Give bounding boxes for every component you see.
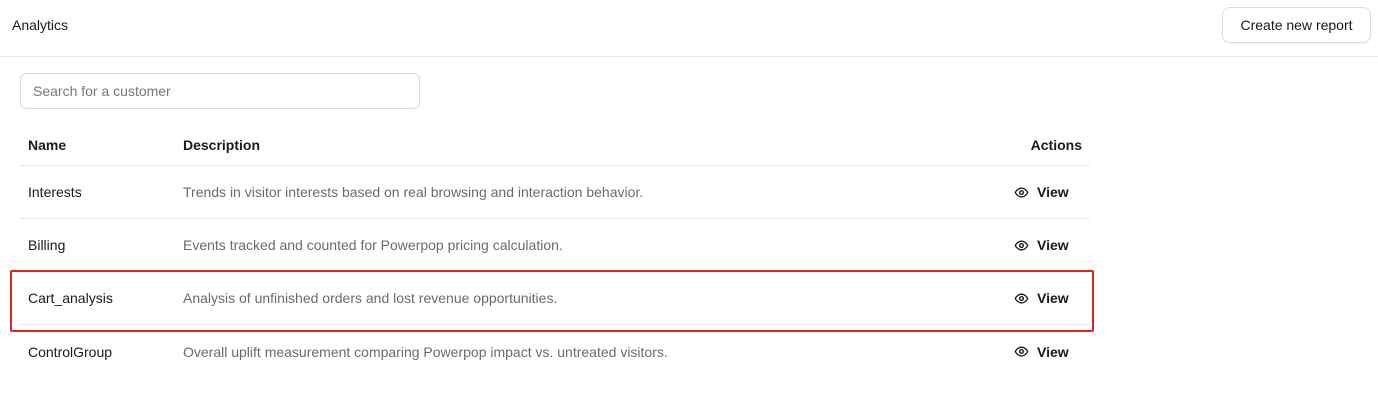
report-name: Billing [28,237,66,253]
search-box [20,73,420,109]
view-button[interactable]: View [1014,344,1069,360]
table-row: Cart_analysis Analysis of unfinished ord… [20,272,1090,325]
eye-icon [1014,239,1029,251]
table-row: ControlGroup Overall uplift measurement … [20,325,1090,378]
reports-table: Name Description Actions Interests Trend… [20,125,1090,378]
view-button[interactable]: View [1014,184,1069,200]
eye-icon [1014,186,1029,198]
report-description: Events tracked and counted for Powerpop … [183,237,563,253]
view-button[interactable]: View [1014,290,1069,306]
view-label: View [1037,184,1069,200]
table-row: Interests Trends in visitor interests ba… [20,166,1090,219]
report-name: Cart_analysis [28,290,113,306]
view-label: View [1037,290,1069,306]
report-description: Trends in visitor interests based on rea… [183,184,644,200]
view-label: View [1037,237,1069,253]
eye-icon [1014,346,1029,357]
report-description: Overall uplift measurement comparing Pow… [183,343,668,360]
search-input[interactable] [21,74,419,108]
column-header-name: Name [28,137,67,153]
column-header-description: Description [183,137,261,153]
view-button[interactable]: View [1014,237,1069,253]
report-name: ControlGroup [28,343,113,360]
report-description: Analysis of unfinished orders and lost r… [183,290,558,306]
column-header-actions: Actions [1030,137,1082,153]
top-bar: Analytics Create new report [0,0,1378,57]
eye-icon [1014,292,1029,304]
create-new-report-button[interactable]: Create new report [1222,7,1371,43]
table-header-row: Name Description Actions [20,125,1090,166]
report-name: Interests [28,184,82,200]
page-title: Analytics [12,17,69,33]
view-label: View [1037,343,1069,360]
table-row: Billing Events tracked and counted for P… [20,219,1090,272]
